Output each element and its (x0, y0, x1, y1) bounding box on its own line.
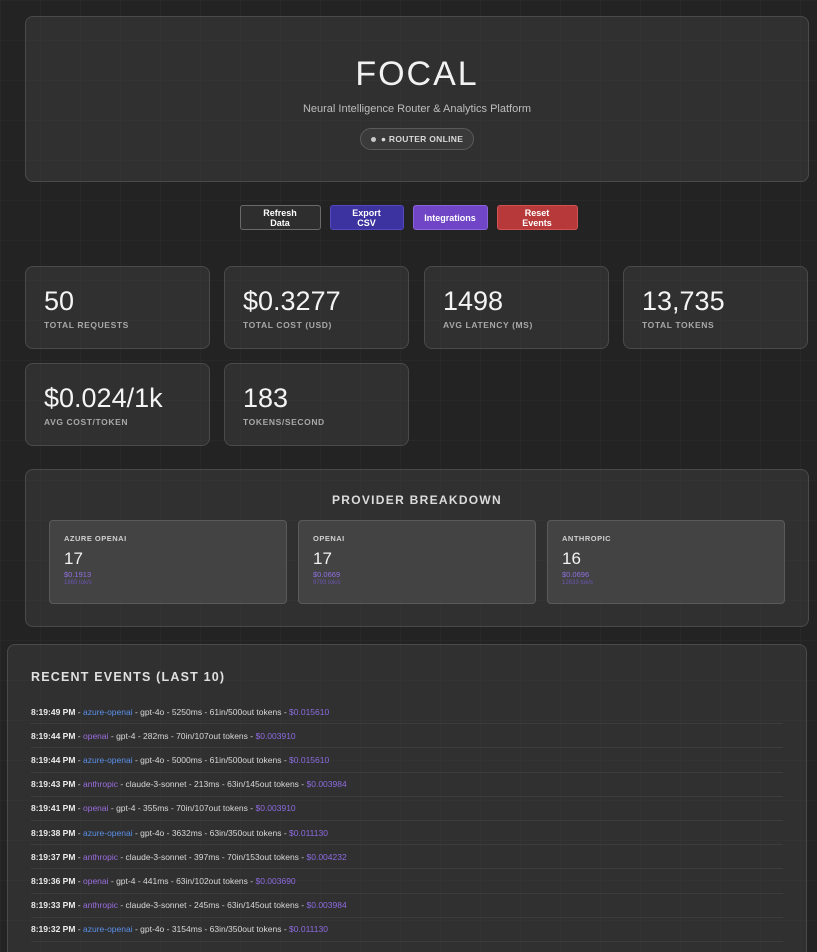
event-provider: openai (82, 875, 109, 886)
stat-label: AVG LATENCY (MS) (443, 320, 533, 330)
stat-label: TOTAL COST (USD) (243, 320, 332, 330)
stat-card-tokens-second: 183 TOKENS/SECOND (224, 363, 409, 446)
event-provider: azure-openai (82, 706, 133, 717)
stat-label: AVG COST/TOKEN (44, 417, 129, 427)
event-detail: gpt-4o - 3154ms - 63in/350out tokens (140, 924, 282, 935)
provider-rate: 1865 tok/s (64, 580, 92, 586)
event-provider: anthropic (82, 779, 118, 790)
stat-value: $0.3277 (243, 286, 341, 316)
event-row: 8:19:41 PM - openai - gpt-4 - 355ms - 70… (31, 797, 783, 821)
event-detail: claude-3-sonnet - 213ms - 63in/145out to… (125, 779, 299, 790)
event-detail: gpt-4 - 282ms - 70in/107out tokens (116, 730, 248, 741)
integrations-button[interactable]: Integrations (412, 205, 488, 230)
provider-cost: $0.0669 (313, 570, 341, 579)
event-cost: $0.011130 (289, 827, 328, 838)
event-time: 8:19:33 PM (31, 900, 76, 911)
stat-card-total-tokens: 13,735 TOTAL TOKENS (623, 266, 808, 349)
reset-events-button[interactable]: Reset Events (496, 205, 578, 230)
router-status-badge: ● ROUTER ONLINE (359, 128, 475, 150)
event-row: 8:19:33 PM - anthropic - claude-3-sonnet… (31, 894, 783, 918)
header-panel: FOCAL Neural Intelligence Router & Analy… (25, 16, 809, 182)
provider-cost: $0.0696 (562, 570, 590, 579)
provider-breakdown-title: PROVIDER BREAKDOWN (331, 493, 503, 507)
event-cost: $0.015610 (289, 754, 330, 765)
provider-cost: $0.1913 (64, 570, 92, 579)
event-row: 8:19:38 PM - azure-openai - gpt-4o - 363… (31, 821, 783, 846)
event-time: 8:19:32 PM (31, 924, 76, 935)
stat-card-avg-cost-token: $0.024/1k AVG COST/TOKEN (25, 363, 210, 446)
provider-name: ANTHROPIC (562, 534, 612, 543)
event-row: 8:19:43 PM - anthropic - claude-3-sonnet… (31, 773, 783, 797)
app-subtitle: Neural Intelligence Router & Analytics P… (302, 103, 532, 115)
event-provider: openai (82, 730, 109, 741)
event-detail: claude-3-sonnet - 245ms - 63in/145out to… (125, 900, 299, 911)
event-cost: $0.003984 (306, 779, 347, 790)
event-provider: azure-openai (82, 827, 133, 838)
stat-value: 13,735 (642, 286, 725, 316)
event-detail: gpt-4o - 5250ms - 61in/500out tokens (140, 706, 282, 717)
toolbar: Refresh Data Export CSV Integrations Res… (0, 205, 817, 230)
event-time: 8:19:38 PM (31, 827, 76, 838)
event-cost: $0.015610 (289, 706, 330, 717)
event-cost: $0.004232 (306, 851, 347, 862)
provider-count: 17 (313, 549, 332, 568)
event-cost: $0.003910 (255, 730, 296, 741)
recent-events-panel: RECENT EVENTS (LAST 10) 8:19:49 PM - azu… (7, 644, 807, 952)
event-time: 8:19:37 PM (31, 851, 76, 862)
event-time: 8:19:44 PM (31, 730, 76, 741)
event-row: 8:19:44 PM - openai - gpt-4 - 282ms - 70… (31, 724, 783, 749)
status-dot-icon (370, 136, 376, 142)
event-detail: gpt-4 - 355ms - 70in/107out tokens (116, 803, 248, 814)
provider-rate: 12633 tok/s (562, 580, 594, 586)
event-time: 8:19:36 PM (31, 875, 76, 886)
provider-breakdown-panel: PROVIDER BREAKDOWN AZURE OPENAI 17 $0.19… (25, 469, 809, 627)
event-provider: anthropic (82, 900, 118, 911)
stat-value: $0.024/1k (44, 383, 163, 413)
event-row: 8:19:49 PM - azure-openai - gpt-4o - 525… (31, 700, 783, 725)
provider-count: 17 (64, 549, 83, 568)
event-cost: $0.003690 (255, 875, 296, 886)
event-detail: gpt-4o - 5000ms - 61in/500out tokens (140, 754, 282, 765)
event-row: 8:19:32 PM - azure-openai - gpt-4o - 315… (31, 918, 783, 942)
event-provider: anthropic (82, 851, 118, 862)
event-time: 8:19:43 PM (31, 779, 76, 790)
router-status-label: ● ROUTER ONLINE (380, 134, 464, 144)
app-title: FOCAL (355, 55, 479, 93)
provider-card-anthropic: ANTHROPIC 16 $0.0696 12633 tok/s (547, 520, 785, 604)
event-provider: azure-openai (82, 924, 133, 935)
event-row: 8:19:36 PM - openai - gpt-4 - 441ms - 63… (31, 869, 783, 894)
stat-value: 1498 (443, 286, 504, 316)
event-provider: azure-openai (82, 754, 133, 765)
export-csv-button[interactable]: Export CSV (329, 205, 404, 230)
event-cost: $0.003984 (306, 900, 347, 911)
provider-count: 16 (562, 549, 581, 568)
event-row: 8:19:44 PM - azure-openai - gpt-4o - 500… (31, 748, 783, 773)
provider-card-azure-openai: AZURE OPENAI 17 $0.1913 1865 tok/s (49, 520, 287, 604)
event-detail: claude-3-sonnet - 397ms - 70in/153out to… (125, 851, 299, 862)
provider-name: AZURE OPENAI (64, 534, 127, 543)
stat-label: TOKENS/SECOND (243, 417, 325, 427)
provider-card-openai: OPENAI 17 $0.0669 9793 tok/s (298, 520, 536, 604)
event-detail: gpt-4o - 3632ms - 63in/350out tokens (140, 827, 282, 838)
provider-name: OPENAI (313, 534, 345, 543)
event-cost: $0.003910 (255, 803, 296, 814)
stat-value: 183 (243, 383, 289, 413)
stat-label: TOTAL TOKENS (642, 320, 715, 330)
event-provider: openai (82, 803, 109, 814)
provider-rate: 9793 tok/s (313, 580, 341, 586)
event-row: 8:19:37 PM - anthropic - claude-3-sonnet… (31, 845, 783, 870)
stat-value: 50 (44, 286, 75, 316)
event-time: 8:19:44 PM (31, 754, 76, 765)
event-list: 8:19:49 PM - azure-openai - gpt-4o - 525… (31, 700, 783, 942)
stat-card-total-requests: 50 TOTAL REQUESTS (25, 266, 210, 349)
stat-card-total-cost: $0.3277 TOTAL COST (USD) (224, 266, 409, 349)
event-time: 8:19:49 PM (31, 706, 76, 717)
event-detail: gpt-4 - 441ms - 63in/102out tokens (116, 875, 248, 886)
event-time: 8:19:41 PM (31, 803, 76, 814)
recent-events-title: RECENT EVENTS (LAST 10) (31, 670, 226, 684)
stat-card-avg-latency: 1498 AVG LATENCY (MS) (424, 266, 609, 349)
stat-label: TOTAL REQUESTS (44, 320, 129, 330)
refresh-data-button[interactable]: Refresh Data (239, 205, 321, 230)
event-cost: $0.011130 (289, 924, 328, 935)
